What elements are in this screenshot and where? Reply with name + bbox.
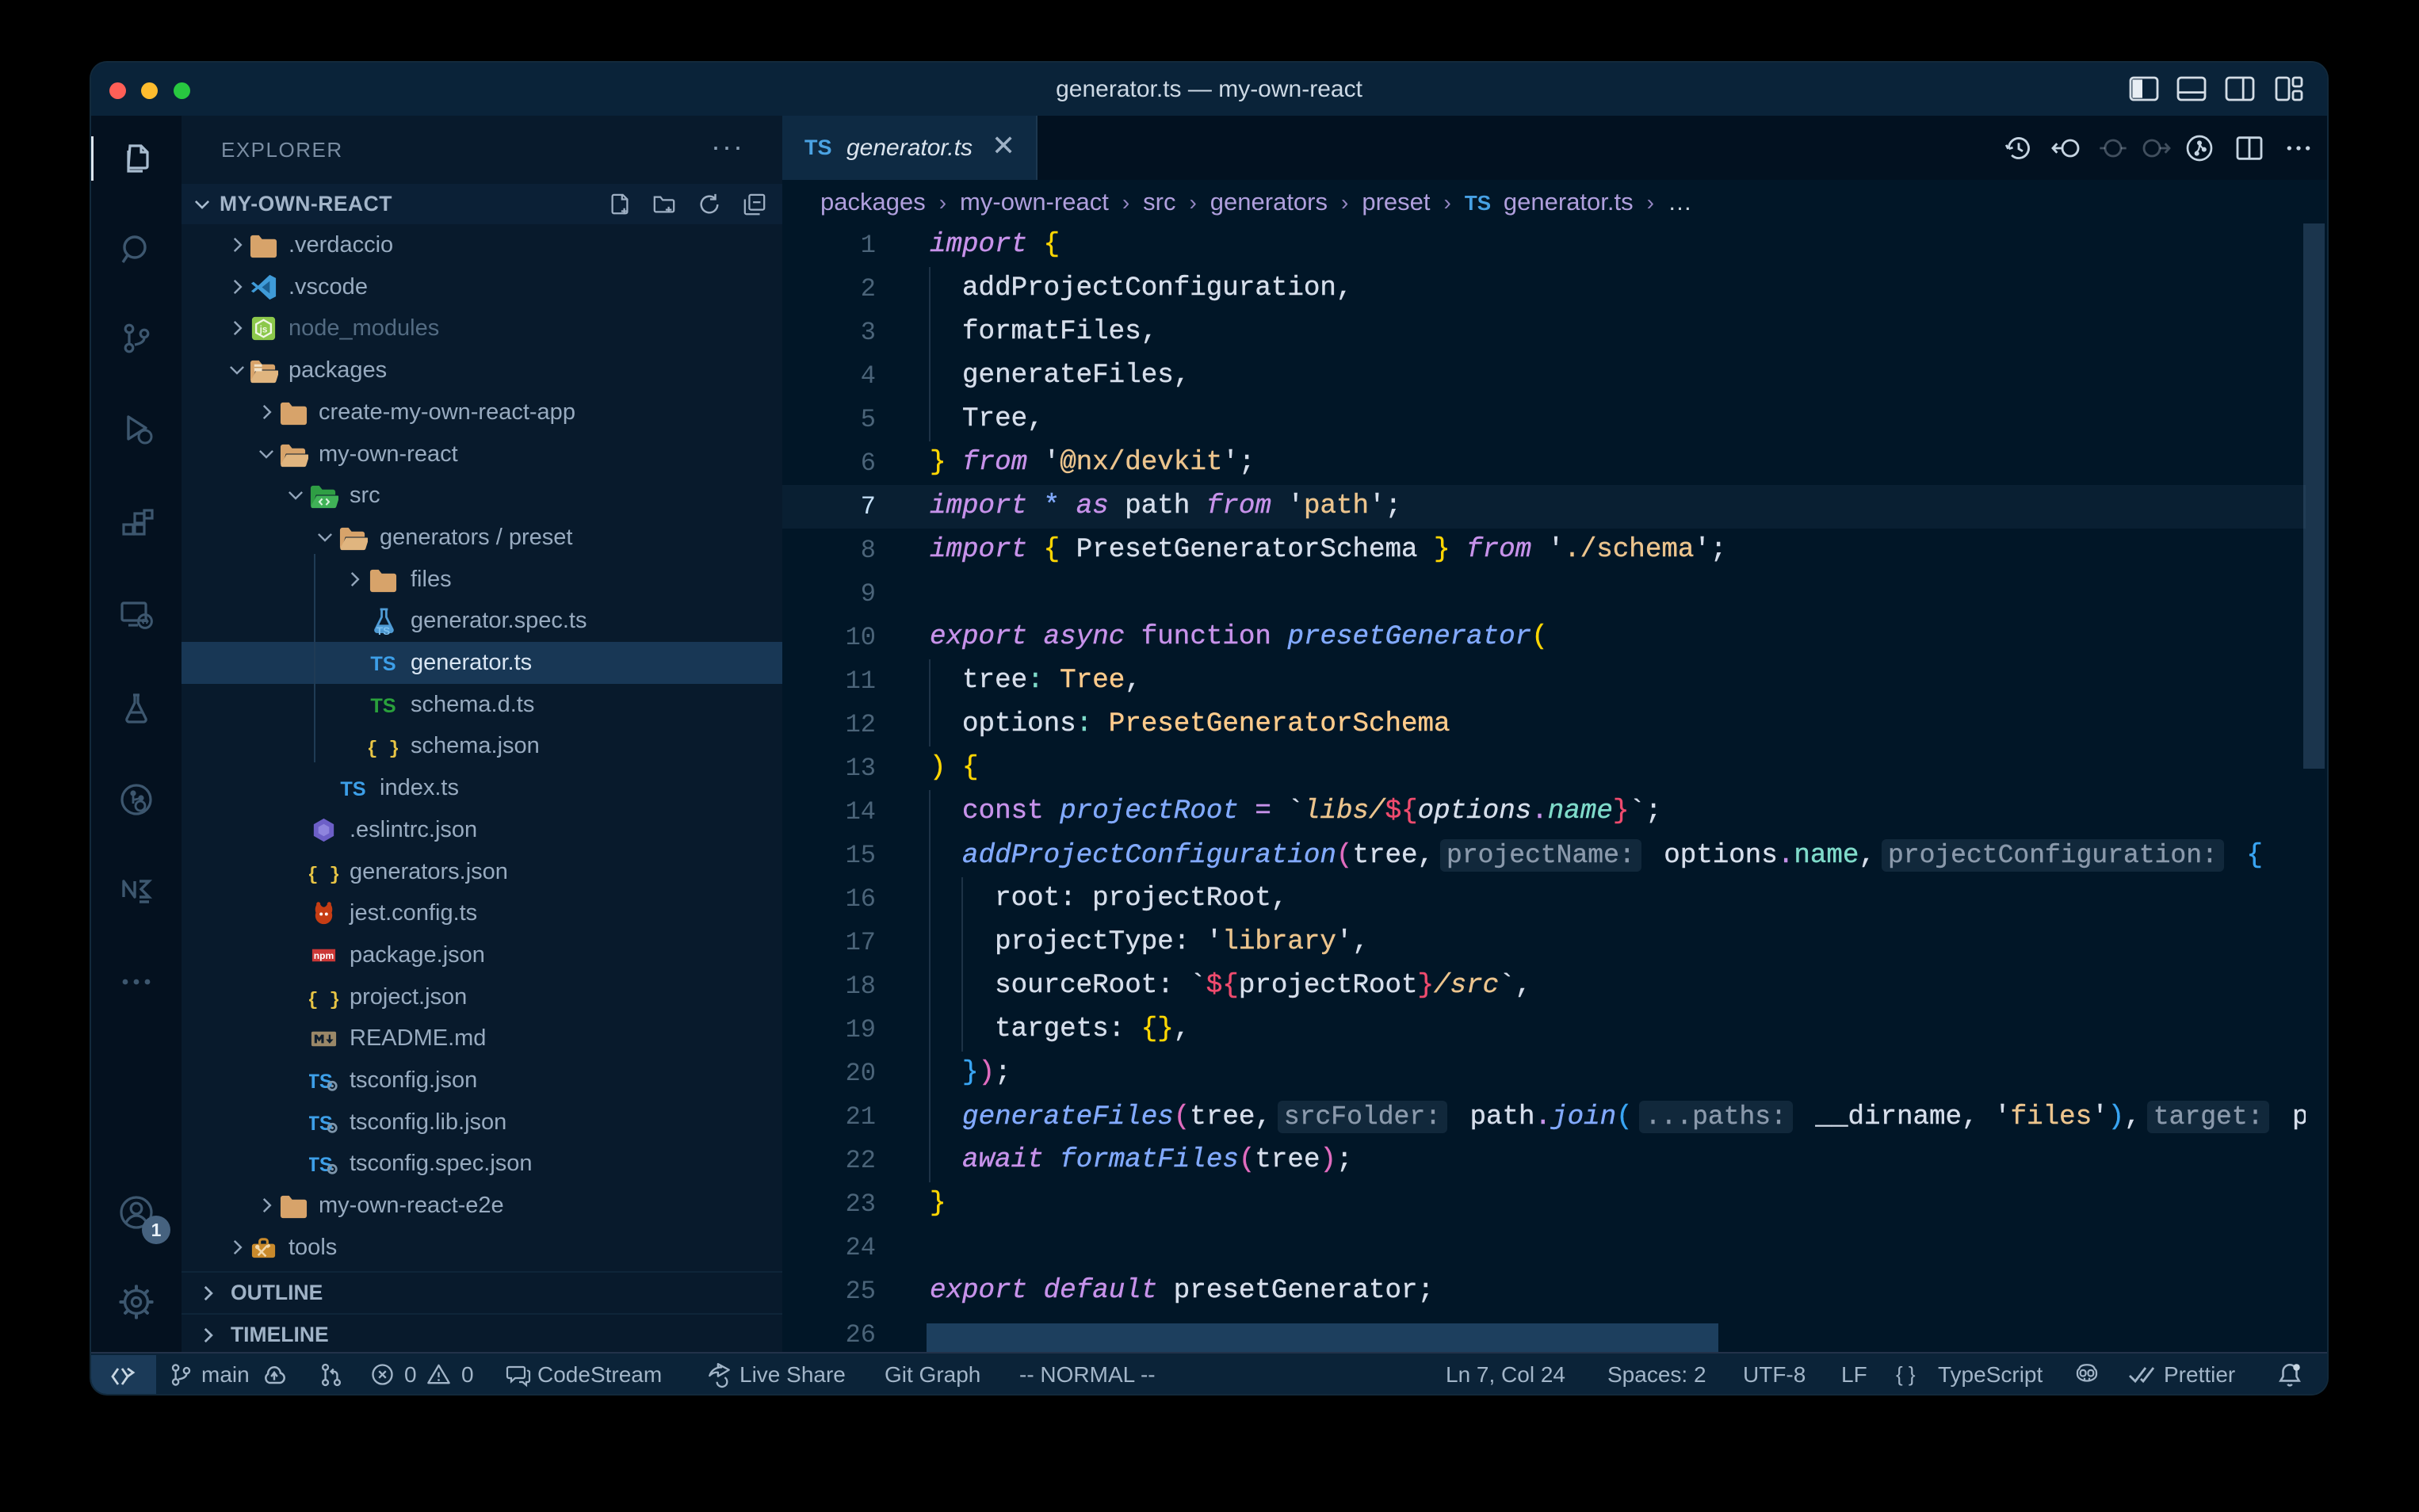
svg-text:npm: npm xyxy=(314,950,334,961)
svg-text:js: js xyxy=(259,325,268,335)
svg-text:{ }: { } xyxy=(369,740,398,761)
svg-text:TS: TS xyxy=(340,778,365,800)
svg-text:TS: TS xyxy=(376,625,390,636)
svg-text:{ }: { } xyxy=(309,991,338,1011)
svg-text:{ }: { } xyxy=(309,865,338,886)
svg-text:TS: TS xyxy=(370,653,396,675)
svg-text:TS: TS xyxy=(370,695,396,717)
